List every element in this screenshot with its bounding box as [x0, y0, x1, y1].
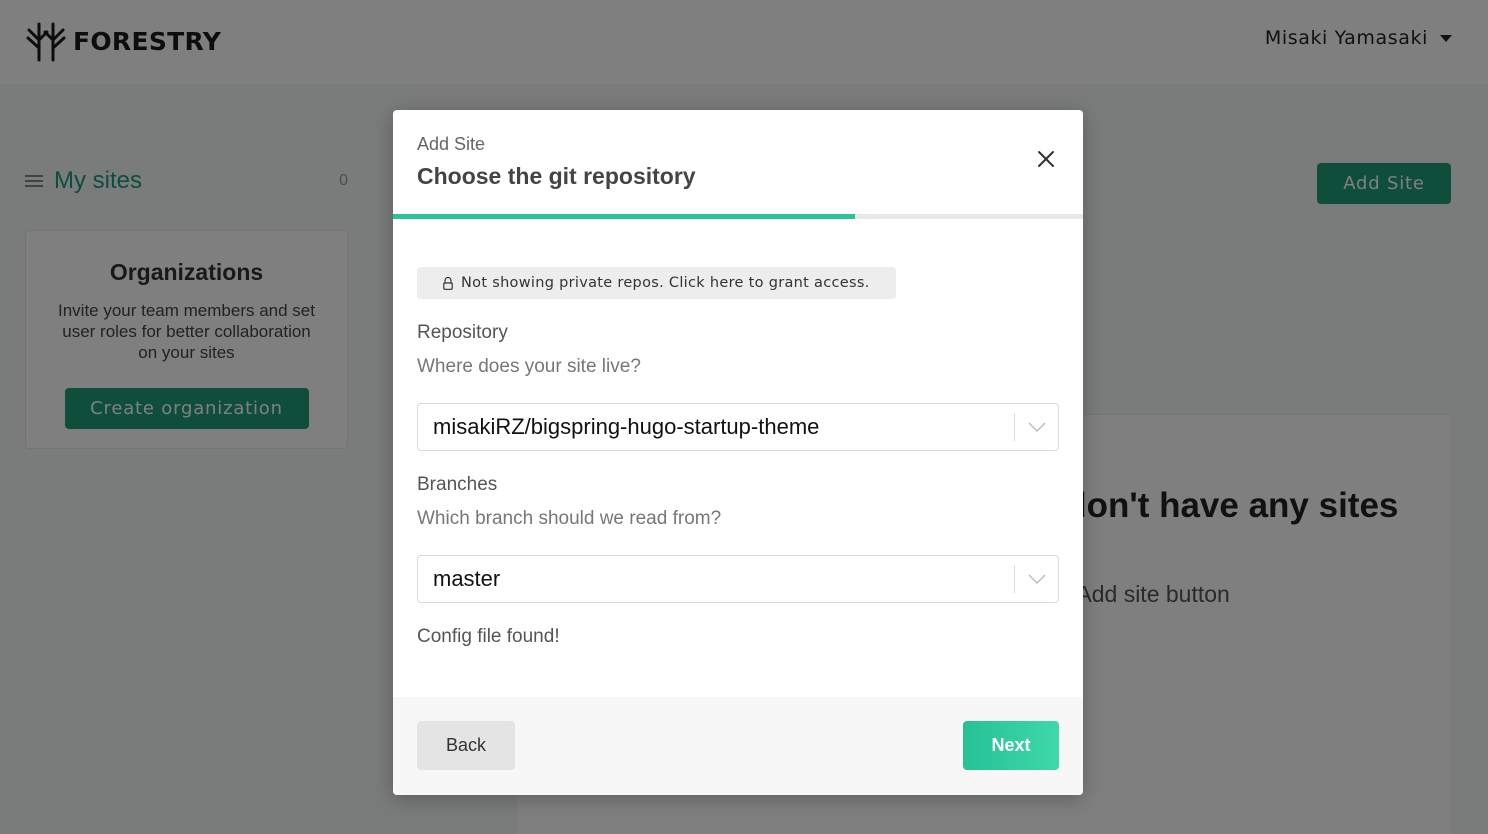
chevron-down-icon[interactable]: [1015, 404, 1058, 450]
branch-select-value: master: [433, 566, 501, 591]
repository-label: Repository: [417, 322, 508, 343]
private-repos-notice[interactable]: Not showing private repos. Click here to…: [417, 267, 896, 299]
modal-kicker: Add Site: [417, 134, 486, 154]
repository-select[interactable]: misakiRZ/bigspring-hugo-startup-theme: [417, 403, 1059, 451]
back-button[interactable]: Back: [417, 721, 515, 770]
wizard-progress-fill: [393, 214, 856, 219]
wizard-progress-bar: [393, 214, 1083, 219]
private-repos-notice-text: Not showing private repos. Click here to…: [461, 275, 870, 291]
config-status: Config file found!: [417, 626, 560, 647]
close-icon[interactable]: [1035, 148, 1057, 170]
branches-label: Branches: [417, 474, 498, 495]
branches-help: Which branch should we read from?: [417, 508, 722, 529]
repository-help: Where does your site live?: [417, 356, 641, 377]
add-site-modal: Add Site Choose the git repository Not s…: [393, 110, 1083, 795]
branch-select[interactable]: master: [417, 555, 1059, 603]
next-button[interactable]: Next: [963, 721, 1059, 770]
repository-select-value: misakiRZ/bigspring-hugo-startup-theme: [433, 414, 820, 439]
modal-footer: Back Next: [393, 697, 1083, 795]
chevron-down-icon[interactable]: [1015, 556, 1058, 602]
lock-icon: [443, 276, 453, 290]
modal-title: Choose the git repository: [417, 163, 696, 189]
modal-header: Add Site Choose the git repository: [393, 110, 1083, 214]
